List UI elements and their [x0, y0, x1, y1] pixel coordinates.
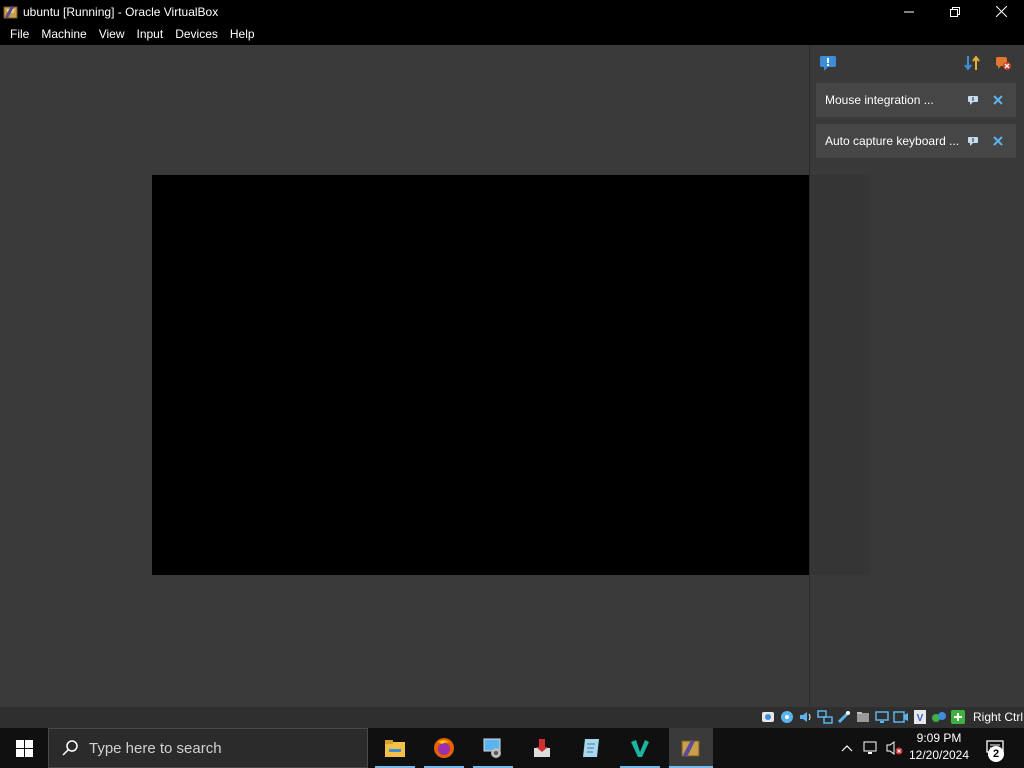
close-notification-button[interactable]: [992, 135, 1004, 147]
audio-icon[interactable]: [798, 709, 814, 725]
notification-center-toggle-icon: [820, 56, 836, 71]
dismiss-all-icon: [996, 57, 1011, 70]
menu-help[interactable]: Help: [224, 23, 261, 45]
menu-bar: File Machine View Input Devices Help: [0, 23, 1024, 45]
notification-center-toolbar: [810, 45, 1024, 81]
display-icon[interactable]: [874, 709, 890, 725]
network-tray-button[interactable]: [862, 739, 880, 757]
volume-tray-button[interactable]: [885, 739, 903, 757]
file-explorer-icon: [385, 740, 405, 757]
installer-icon: [534, 739, 550, 757]
firefox-icon: [434, 738, 454, 758]
restore-icon: [950, 6, 960, 17]
host-key-label[interactable]: Right Ctrl: [973, 707, 1023, 728]
taskbar-installer[interactable]: [522, 728, 562, 768]
dismiss-all-button[interactable]: [993, 53, 1013, 73]
mouse-integration-icon[interactable]: [931, 709, 947, 725]
notification-label: Mouse integration ...: [825, 93, 934, 107]
close-button[interactable]: [978, 0, 1024, 23]
search-placeholder: Type here to search: [89, 739, 222, 757]
notepad-icon: [583, 739, 599, 757]
notification-center-toggle-button[interactable]: [818, 53, 838, 73]
taskbar-firefox[interactable]: [424, 728, 464, 768]
volume-muted-icon: [886, 741, 903, 755]
menu-devices[interactable]: Devices: [169, 23, 224, 45]
menu-machine[interactable]: Machine: [35, 23, 92, 45]
start-button[interactable]: [0, 728, 48, 768]
notification-center: Mouse integration ... Auto capture keybo…: [809, 45, 1024, 707]
do-not-show-again-button[interactable]: [967, 94, 979, 106]
usb-icon[interactable]: [836, 709, 852, 725]
chevron-up-icon: [841, 745, 853, 752]
notification-count-badge: 2: [988, 746, 1004, 762]
sort-order-button[interactable]: [962, 53, 982, 73]
hard-disk-icon[interactable]: [760, 709, 776, 725]
notification-mouse-integration[interactable]: Mouse integration ...: [816, 83, 1016, 117]
pin-icon: [968, 137, 978, 146]
close-icon: [995, 6, 1007, 17]
network-icon[interactable]: [817, 709, 833, 725]
notification-auto-capture-keyboard[interactable]: Auto capture keyboard ...: [816, 124, 1016, 158]
minimize-button[interactable]: [886, 0, 932, 23]
visual-studio-code-icon: [631, 740, 649, 757]
menu-input[interactable]: Input: [131, 23, 170, 45]
guest-screen[interactable]: [152, 175, 870, 575]
window-title: ubuntu [Running] - Oracle VirtualBox: [23, 4, 219, 19]
recording-icon[interactable]: [893, 709, 909, 725]
sort-order-icon: [964, 55, 980, 71]
vt-x-icon[interactable]: V: [912, 709, 928, 725]
status-indicators: V: [757, 709, 966, 726]
close-icon: [993, 136, 1003, 146]
search-icon: [62, 740, 78, 756]
clock-time: 9:09 PM: [916, 731, 962, 745]
taskbar-search[interactable]: Type here to search: [48, 728, 368, 768]
shared-folders-icon[interactable]: [855, 709, 871, 725]
network-icon: [863, 741, 877, 754]
pin-icon: [968, 96, 978, 105]
windows-logo-icon: [15, 739, 33, 757]
taskbar-vscode[interactable]: [620, 728, 660, 768]
system-clock[interactable]: 9:09 PM 12/20/2024: [905, 730, 973, 764]
show-hidden-icons-button[interactable]: [838, 728, 856, 768]
control-panel-icon: [483, 738, 501, 758]
window-title-bar[interactable]: ubuntu [Running] - Oracle VirtualBox: [0, 0, 1024, 23]
close-icon: [993, 95, 1003, 105]
taskbar: Type here to search 9:09 PM 12/20/2024 2: [0, 728, 1024, 768]
menu-file[interactable]: File: [4, 23, 35, 45]
virtualbox-icon: [2, 3, 20, 21]
keyboard-capture-icon[interactable]: [950, 709, 966, 725]
minimize-icon: [904, 11, 914, 12]
taskbar-file-explorer[interactable]: [375, 728, 415, 768]
taskbar-notepad[interactable]: [571, 728, 611, 768]
do-not-show-again-button[interactable]: [967, 135, 979, 147]
clock-date: 12/20/2024: [908, 748, 970, 762]
vm-status-bar: V Right Ctrl: [0, 707, 1024, 728]
virtualbox-icon: [681, 740, 700, 757]
optical-drive-icon[interactable]: [779, 709, 795, 725]
vm-display-area: Mouse integration ... Auto capture keybo…: [0, 45, 1024, 707]
taskbar-virtualbox[interactable]: [669, 728, 713, 768]
svg-text:V: V: [917, 713, 924, 724]
taskbar-control-panel[interactable]: [473, 728, 513, 768]
notification-label: Auto capture keyboard ...: [825, 134, 960, 148]
menu-view[interactable]: View: [93, 23, 131, 45]
restore-button[interactable]: [932, 0, 978, 23]
close-notification-button[interactable]: [992, 94, 1004, 106]
